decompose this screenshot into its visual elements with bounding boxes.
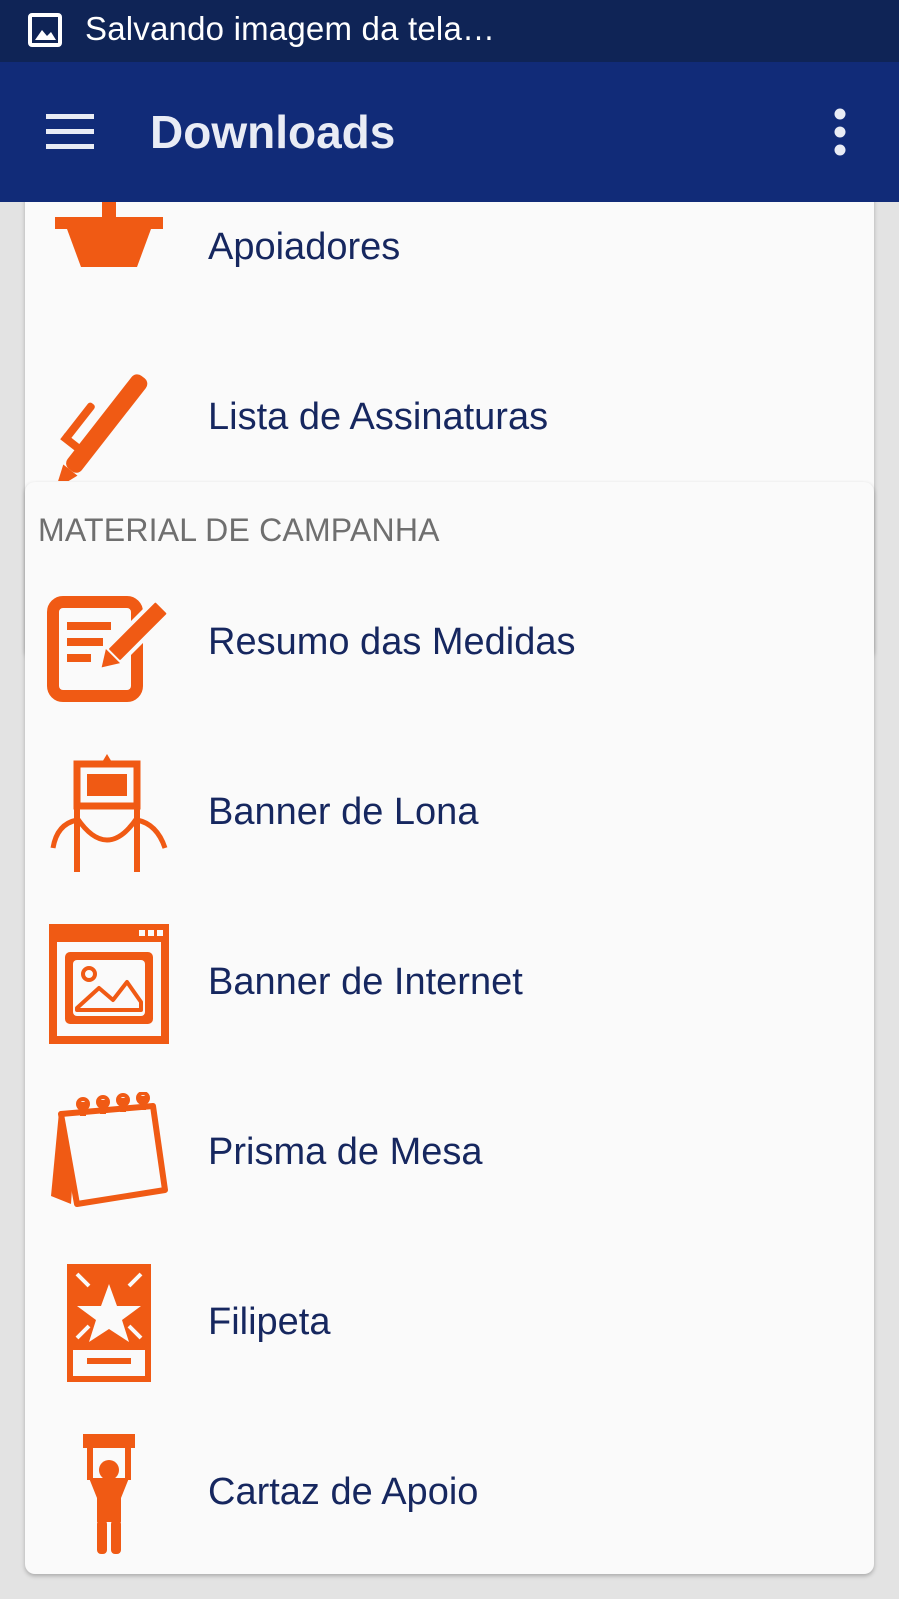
desk-calendar-icon <box>51 1092 168 1207</box>
list-item-lista-de-assinaturas[interactable]: Lista de Assinaturas <box>25 332 874 502</box>
list-item-apoiadores[interactable]: Apoiadores <box>25 202 874 332</box>
hamburger-menu-icon[interactable] <box>46 112 94 152</box>
list-item-filipeta[interactable]: Filipeta <box>25 1237 874 1407</box>
list-item-banner-de-lona[interactable]: Banner de Lona <box>25 727 874 897</box>
ballot-box-icon <box>55 202 163 267</box>
list-item-label: Resumo das Medidas <box>208 621 576 663</box>
list-item-label: Prisma de Mesa <box>208 1131 483 1173</box>
list-item-resumo-das-medidas[interactable]: Resumo das Medidas <box>25 557 874 727</box>
list-item-prisma-de-mesa[interactable]: Prisma de Mesa <box>25 1067 874 1237</box>
campaign-material-card: MATERIAL DE CAMPANHA Resumo das Medidas <box>25 482 874 1574</box>
app-bar: Downloads <box>0 62 899 202</box>
more-vertical-icon[interactable] <box>820 108 860 156</box>
list-item-label: Cartaz de Apoio <box>208 1471 479 1513</box>
star-flyer-icon <box>67 1264 151 1382</box>
list-item-label: Banner de Internet <box>208 961 523 1003</box>
status-text: Salvando imagem da tela… <box>85 10 496 47</box>
list-item-label: Banner de Lona <box>208 791 479 833</box>
image-icon <box>28 13 62 47</box>
list-item-label: Lista de Assinaturas <box>208 396 549 438</box>
stanchion-banner-icon <box>50 754 168 872</box>
pen-icon <box>55 374 148 481</box>
browser-image-icon <box>49 924 169 1044</box>
list-item-label: Filipeta <box>208 1301 331 1343</box>
list-item-banner-de-internet[interactable]: Banner de Internet <box>25 897 874 1067</box>
downloads-list[interactable]: Apoiadores Lista de Assinaturas MATERIAL… <box>0 202 899 1599</box>
list-item-cartaz-de-apoio[interactable]: Cartaz de Apoio <box>25 1407 874 1577</box>
section-header: MATERIAL DE CAMPANHA <box>38 512 440 548</box>
list-item-label: Apoiadores <box>208 226 401 268</box>
person-holding-sign-icon <box>83 1434 135 1554</box>
page-title: Downloads <box>150 106 396 158</box>
status-bar: Salvando imagem da tela… <box>0 0 899 62</box>
document-edit-icon <box>47 596 171 702</box>
